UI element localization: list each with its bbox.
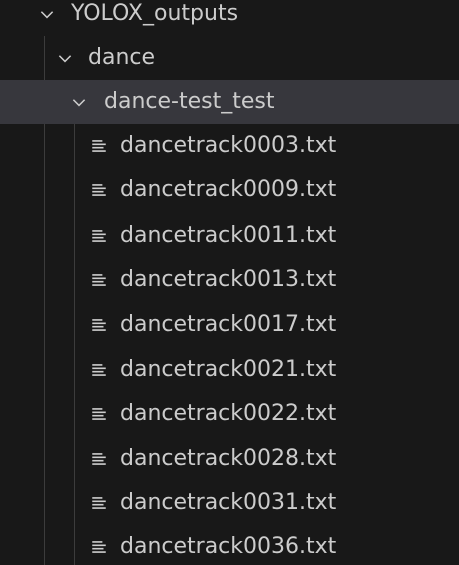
text-file-icon <box>90 214 108 258</box>
text-file-icon <box>90 348 108 392</box>
text-file-icon <box>90 392 108 436</box>
file-label: dancetrack0003.txt <box>120 133 337 158</box>
file-item[interactable]: dancetrack0022.txt <box>0 392 459 436</box>
text-file-icon <box>90 437 108 481</box>
file-label: dancetrack0013.txt <box>120 267 337 292</box>
file-item[interactable]: dancetrack0028.txt <box>0 437 459 481</box>
file-item[interactable]: dancetrack0013.txt <box>0 258 459 302</box>
folder-yolox-outputs[interactable]: YOLOX_outputs <box>0 0 459 36</box>
folder-dance-test-test[interactable]: dance-test_test <box>0 80 459 124</box>
file-label: dancetrack0031.txt <box>120 490 337 515</box>
chevron-down-icon <box>68 80 90 124</box>
file-label: dancetrack0009.txt <box>120 177 337 202</box>
folder-label: YOLOX_outputs <box>71 1 239 26</box>
file-item[interactable]: dancetrack0011.txt <box>0 214 459 258</box>
file-item[interactable]: dancetrack0036.txt <box>0 525 459 565</box>
file-label: dancetrack0028.txt <box>120 446 337 471</box>
file-label: dancetrack0022.txt <box>120 401 337 426</box>
file-item[interactable]: dancetrack0017.txt <box>0 303 459 347</box>
text-file-icon <box>90 258 108 302</box>
file-item[interactable]: dancetrack0009.txt <box>0 168 459 212</box>
file-item[interactable]: dancetrack0031.txt <box>0 481 459 525</box>
text-file-icon <box>90 481 108 525</box>
folder-dance[interactable]: dance <box>0 36 459 80</box>
text-file-icon <box>90 525 108 565</box>
chevron-down-icon <box>54 36 76 80</box>
folder-label: dance <box>88 45 156 70</box>
text-file-icon <box>90 168 108 212</box>
text-file-icon <box>90 124 108 168</box>
file-label: dancetrack0036.txt <box>120 534 337 559</box>
file-item[interactable]: dancetrack0003.txt <box>0 124 459 168</box>
file-label: dancetrack0021.txt <box>120 357 337 382</box>
chevron-down-icon <box>36 0 58 36</box>
file-label: dancetrack0017.txt <box>120 312 337 337</box>
text-file-icon <box>90 303 108 347</box>
file-explorer-tree: YOLOX_outputs dance dance-test_test danc… <box>0 0 459 565</box>
file-item[interactable]: dancetrack0021.txt <box>0 348 459 392</box>
folder-label: dance-test_test <box>104 89 275 114</box>
file-label: dancetrack0011.txt <box>120 223 337 248</box>
